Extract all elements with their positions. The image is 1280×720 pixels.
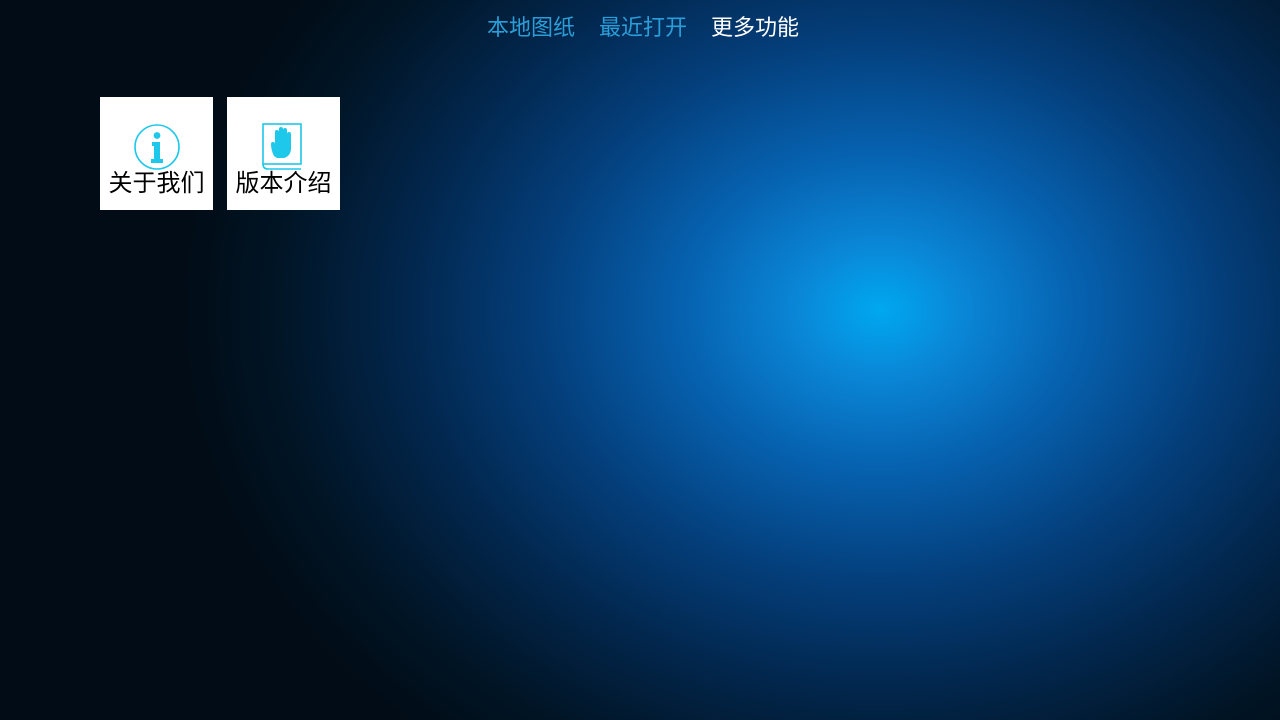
about-us-tile[interactable]: 关于我们 xyxy=(100,97,213,210)
hand-book-icon xyxy=(262,123,302,170)
tab-recent-open[interactable]: 最近打开 xyxy=(599,12,687,46)
about-us-label: 关于我们 xyxy=(108,169,205,197)
tab-local-drawings[interactable]: 本地图纸 xyxy=(487,12,575,46)
tab-more-functions[interactable]: 更多功能 xyxy=(711,12,799,46)
function-tile-grid: 关于我们 版本介绍 xyxy=(100,97,340,210)
info-icon xyxy=(134,124,180,170)
version-intro-tile[interactable]: 版本介绍 xyxy=(227,97,340,210)
version-intro-label: 版本介绍 xyxy=(235,169,332,197)
top-tab-bar: 本地图纸 最近打开 更多功能 xyxy=(0,12,1280,46)
